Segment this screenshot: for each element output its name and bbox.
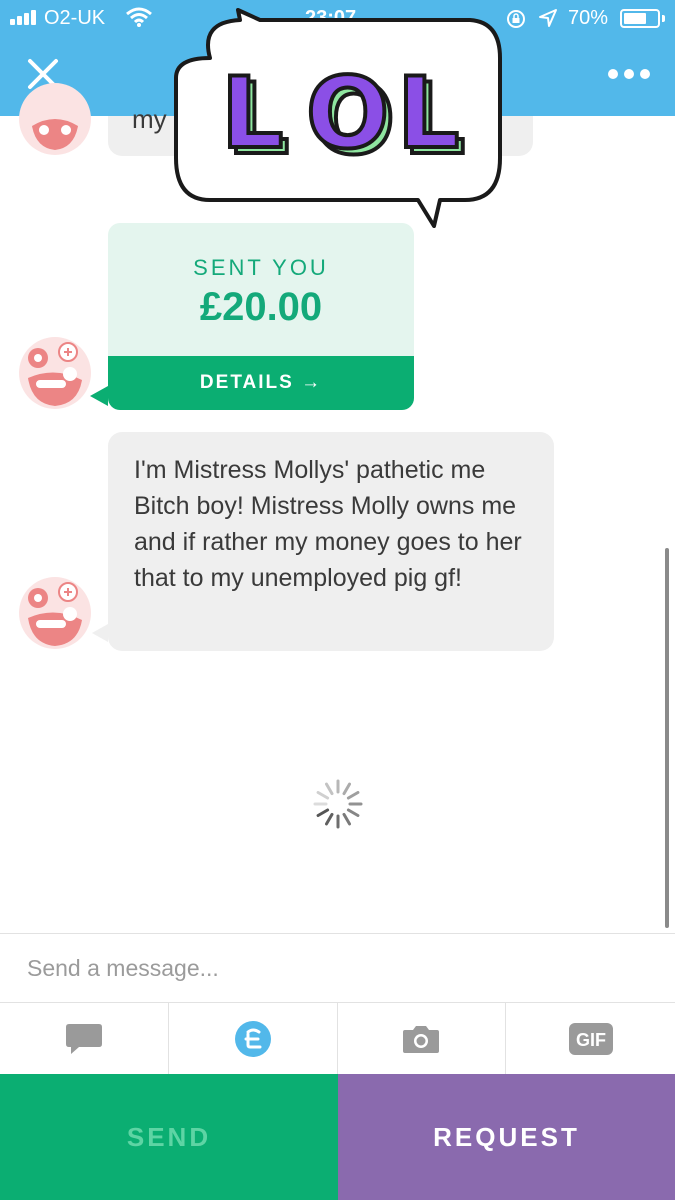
- spinner-spoke: [346, 808, 360, 817]
- more-icon: [608, 69, 618, 79]
- battery-icon: [620, 9, 660, 28]
- payment-label: SENT YOU: [193, 255, 329, 280]
- gif-label: GIF: [576, 1030, 606, 1050]
- message-bubble: I'm Mistress Mollys' pathetic me Bitch b…: [108, 432, 554, 651]
- spinner-spoke: [325, 782, 334, 796]
- carrier-name: O2-UK: [44, 7, 106, 29]
- spinner-spoke: [346, 791, 360, 800]
- wifi-icon: [126, 7, 152, 27]
- spinner-spoke: [316, 808, 330, 817]
- bubble-tail: [90, 386, 108, 406]
- spinner-spoke: [342, 782, 351, 796]
- gif-tool-button[interactable]: GIF: [506, 1003, 675, 1074]
- bubble-tail: [92, 624, 108, 642]
- gif-icon: GIF: [568, 1022, 613, 1055]
- sticker-letter-o: O: [306, 57, 389, 171]
- request-button[interactable]: REQUEST: [338, 1074, 675, 1200]
- signal-icon: [10, 10, 36, 25]
- lol-sticker: L L O O L L: [174, 8, 502, 228]
- location-icon: [539, 9, 557, 27]
- payment-card[interactable]: SENT YOU £20.00 DETAILS →: [108, 223, 414, 410]
- spinner-spoke: [316, 791, 330, 800]
- rotation-lock-icon: [507, 10, 525, 28]
- camera-icon: [403, 1025, 440, 1053]
- avatar: [19, 577, 91, 649]
- sticker-letter-l: L: [221, 57, 283, 171]
- avatar: [19, 337, 91, 409]
- battery-tip: [662, 15, 665, 22]
- camera-tool-button[interactable]: [338, 1003, 507, 1074]
- message-icon: [65, 1023, 102, 1054]
- send-button[interactable]: SEND: [0, 1074, 338, 1200]
- loading-spinner-icon: [313, 779, 363, 829]
- avatar: [19, 83, 91, 155]
- more-button[interactable]: [608, 66, 650, 82]
- battery-level: [624, 13, 646, 24]
- payment-amount: £20.00: [199, 285, 323, 329]
- spinner-spoke: [342, 812, 351, 826]
- battery-percent: 70%: [568, 7, 609, 29]
- cash-tool-button[interactable]: [169, 1003, 338, 1074]
- cash-icon: [234, 1020, 271, 1057]
- composer-toolbar: GIF: [0, 1003, 675, 1074]
- message-composer: [0, 933, 675, 1003]
- details-button[interactable]: DETAILS →: [108, 356, 414, 410]
- message-input[interactable]: [0, 934, 675, 1002]
- scrollbar[interactable]: [665, 548, 669, 928]
- message-text-partial: my: [132, 104, 167, 134]
- spinner-spoke: [325, 812, 334, 826]
- message-tool-button[interactable]: [0, 1003, 169, 1074]
- sticker-letter-l2: L: [397, 57, 459, 171]
